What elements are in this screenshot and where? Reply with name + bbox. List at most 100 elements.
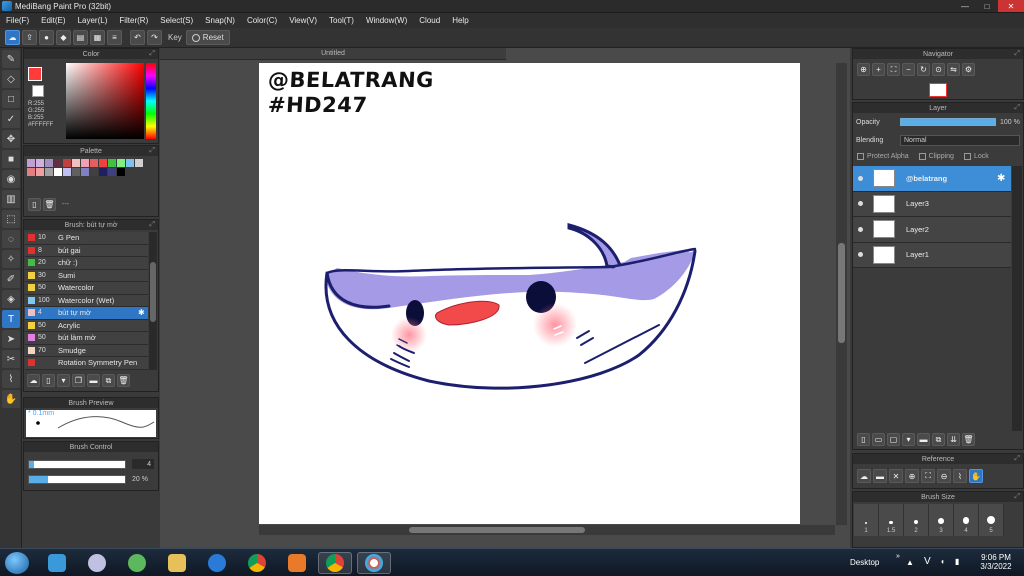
- undo-icon[interactable]: ↶: [130, 30, 145, 45]
- menu-help[interactable]: Help: [446, 16, 474, 25]
- maximize-button[interactable]: □: [976, 0, 998, 12]
- panel-expand-icon[interactable]: ⤢: [1014, 493, 1020, 501]
- brush-size-preset[interactable]: 5: [979, 504, 1004, 536]
- delete-layer-icon[interactable]: 🗑: [962, 433, 975, 446]
- rect-tool-icon[interactable]: □: [2, 90, 20, 108]
- eyedropper-icon[interactable]: ⌇: [2, 370, 20, 388]
- select-rect-icon[interactable]: ⬚: [2, 210, 20, 228]
- palette-swatch[interactable]: [117, 159, 125, 167]
- taskbar-app-green[interactable]: [120, 552, 154, 574]
- new-brush-icon[interactable]: ▯: [42, 374, 55, 387]
- layer-row[interactable]: Layer1: [853, 242, 1011, 268]
- panel-expand-icon[interactable]: ⤢: [1014, 50, 1020, 58]
- ref-zoom-out-icon[interactable]: ⊖: [937, 469, 951, 483]
- ref-eyedropper-icon[interactable]: ⌇: [953, 469, 967, 483]
- rotate-icon[interactable]: ↻: [917, 63, 930, 76]
- add-brush-icon[interactable]: ▾: [57, 374, 70, 387]
- magic-wand-icon[interactable]: ✧: [2, 250, 20, 268]
- size-value[interactable]: 4: [132, 459, 154, 469]
- hand-icon[interactable]: ✋: [2, 390, 20, 408]
- taskbar-app-chrome[interactable]: [240, 552, 274, 574]
- taskbar-app-explorer[interactable]: [160, 552, 194, 574]
- palette-swatch[interactable]: [63, 159, 71, 167]
- tray-expand-icon[interactable]: »: [896, 553, 900, 560]
- desktop-toolbar-label[interactable]: Desktop: [850, 558, 879, 567]
- brush-list-item[interactable]: 4 bút tự mờ ✱: [25, 307, 148, 320]
- panel-expand-icon[interactable]: ⤢: [1014, 455, 1020, 463]
- brush-size-preset[interactable]: 4: [954, 504, 979, 536]
- taskbar-app-ie[interactable]: [200, 552, 234, 574]
- select-eraser-icon[interactable]: ◈: [2, 290, 20, 308]
- palette-swatch[interactable]: [126, 159, 134, 167]
- palette-swatch[interactable]: [27, 159, 35, 167]
- brush-size-preset[interactable]: 1: [854, 504, 879, 536]
- lock-checkbox[interactable]: [963, 153, 971, 160]
- menu-window[interactable]: Window(W): [360, 16, 413, 25]
- menu-tool[interactable]: Tool(T): [323, 16, 360, 25]
- ref-zoom-in-icon[interactable]: ⊕: [905, 469, 919, 483]
- brush-size-preset[interactable]: 3: [929, 504, 954, 536]
- brush-list-item[interactable]: 100 Watercolor (Wet): [25, 294, 148, 307]
- add-layer-menu-icon[interactable]: ▾: [902, 433, 915, 446]
- palette-swatch[interactable]: [72, 159, 80, 167]
- new-layer-1bit-icon[interactable]: ▢: [887, 433, 900, 446]
- menu-cloud[interactable]: Cloud: [413, 16, 446, 25]
- minimize-button[interactable]: —: [954, 0, 976, 12]
- lasso-icon[interactable]: ◌: [2, 230, 20, 248]
- panel-expand-icon[interactable]: ⤢: [149, 221, 155, 229]
- zoom-in-icon[interactable]: +: [872, 63, 885, 76]
- document-tab[interactable]: Untitled: [160, 48, 506, 60]
- taskbar-app-medibang-open[interactable]: [357, 552, 391, 574]
- palette-swatch[interactable]: [81, 168, 89, 176]
- grid-icon[interactable]: ▦: [90, 30, 105, 45]
- layer-settings-icon[interactable]: ✱: [997, 173, 1011, 184]
- palette-swatch[interactable]: [108, 159, 116, 167]
- palette-swatch[interactable]: [117, 168, 125, 176]
- layer-folder-icon[interactable]: ▬: [917, 433, 930, 446]
- upload-icon[interactable]: ⇪: [22, 30, 37, 45]
- cloud-icon[interactable]: ☁: [5, 30, 20, 45]
- palette-swatch[interactable]: [72, 168, 80, 176]
- background-swatch[interactable]: [32, 85, 44, 97]
- protect-alpha-toggle[interactable]: Protect Alpha: [857, 153, 909, 160]
- size-slider[interactable]: [28, 459, 126, 469]
- clipping-checkbox[interactable]: [918, 153, 926, 160]
- ref-hand-icon[interactable]: ✋: [969, 469, 983, 483]
- palette-swatch[interactable]: [54, 168, 62, 176]
- menu-layer[interactable]: Layer(L): [72, 16, 114, 25]
- merge-layer-icon[interactable]: ⇊: [947, 433, 960, 446]
- wand-tool-icon[interactable]: ✓: [2, 110, 20, 128]
- brush-list-item[interactable]: 50 bút làm mờ: [25, 332, 148, 345]
- visibility-icon[interactable]: [853, 175, 867, 181]
- start-button[interactable]: [5, 552, 29, 574]
- operation-tool-icon[interactable]: ➤: [2, 330, 20, 348]
- menu-view[interactable]: View(V): [283, 16, 323, 25]
- layer-row[interactable]: Layer3: [853, 191, 1011, 217]
- palette-swatch[interactable]: [90, 159, 98, 167]
- palette-swatch[interactable]: [99, 168, 107, 176]
- visibility-icon[interactable]: [853, 226, 867, 232]
- menu-edit[interactable]: Edit(E): [35, 16, 71, 25]
- reset-view-icon[interactable]: ⊙: [932, 63, 945, 76]
- menu-snap[interactable]: Snap(N): [199, 16, 241, 25]
- fill-rect-icon[interactable]: ■: [2, 150, 20, 168]
- volume-icon[interactable]: ◖: [940, 557, 945, 566]
- palette-swatch[interactable]: [90, 168, 98, 176]
- move-tool-icon[interactable]: ✥: [2, 130, 20, 148]
- palette-swatch[interactable]: [27, 168, 35, 176]
- visibility-icon[interactable]: [853, 201, 867, 207]
- reset-button[interactable]: Reset: [185, 30, 230, 45]
- flip-icon[interactable]: ⇋: [947, 63, 960, 76]
- palette-swatch[interactable]: [81, 159, 89, 167]
- blending-select[interactable]: Normal: [900, 135, 1020, 146]
- protect-alpha-checkbox[interactable]: [857, 153, 864, 160]
- delete-palette-icon[interactable]: 🗑: [43, 198, 56, 211]
- ref-cloud-icon[interactable]: ☁: [857, 469, 871, 483]
- list-icon[interactable]: ≡: [107, 30, 122, 45]
- duplicate-brush-icon[interactable]: ⧉: [102, 374, 115, 387]
- brush-list-item[interactable]: 50 Watercolor: [25, 282, 148, 295]
- divide-tool-icon[interactable]: ✂: [2, 350, 20, 368]
- panel-expand-icon[interactable]: ⤢: [149, 50, 155, 58]
- folder-brush-icon[interactable]: ▬: [87, 374, 100, 387]
- eraser-tool-icon[interactable]: ◇: [2, 70, 20, 88]
